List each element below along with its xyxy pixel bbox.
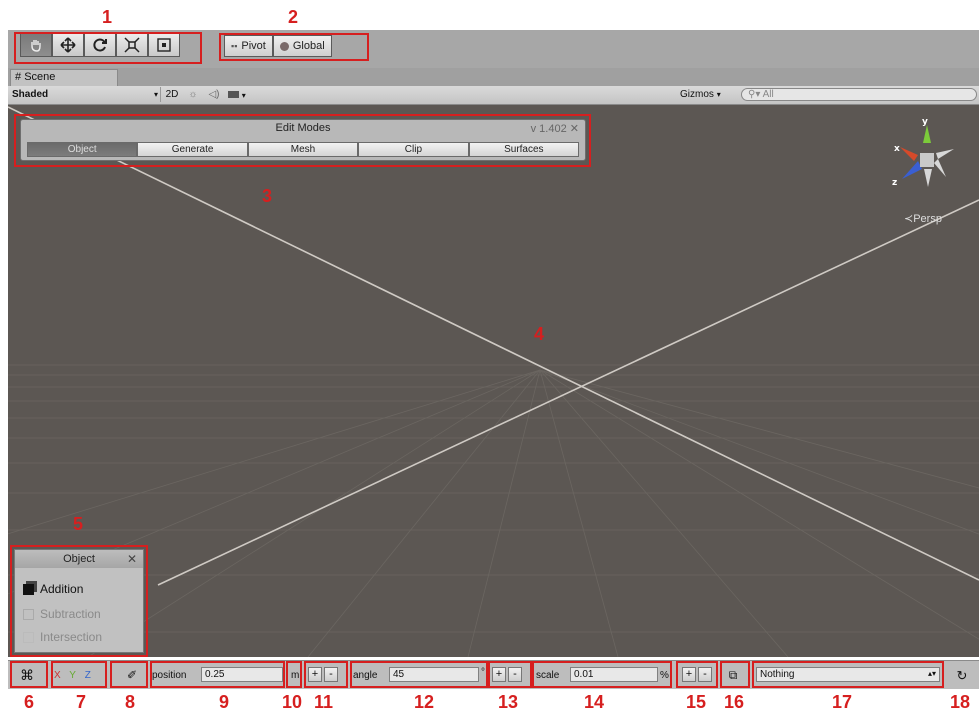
scene-toolbar: Shaded ▾ 2D ☼ ◁) ▾ Gizmos ▾ ⚲▾ All — [8, 86, 979, 105]
annotation-number-12: 12 — [414, 692, 435, 712]
annotation-box-11 — [304, 661, 348, 688]
annotation-box-3 — [14, 114, 591, 167]
dropdown-arrow-icon: ▾ — [153, 90, 158, 99]
shading-label: Shaded — [12, 89, 49, 100]
annotation-box-10 — [286, 661, 302, 688]
persp-label: Persp — [913, 213, 942, 225]
scene-viewport[interactable]: y x z ≺Persp — [8, 105, 979, 657]
annotation-number-10: 10 — [282, 692, 303, 712]
annotation-box-12 — [350, 661, 488, 688]
dropdown-arrow-icon: ▾ — [241, 91, 246, 100]
gizmos-dropdown[interactable]: Gizmos ▾ — [680, 87, 736, 102]
annotation-box-13 — [488, 661, 532, 688]
grid-icon: # — [15, 71, 22, 83]
annotation-box-17 — [752, 661, 944, 688]
annotation-box-8 — [110, 661, 148, 688]
axis-y-label: y — [922, 117, 928, 127]
image-icon — [228, 91, 239, 98]
lighting-toggle-icon[interactable]: ☼ — [184, 87, 202, 102]
annotation-number-4: 4 — [534, 324, 545, 344]
annotation-box-7 — [51, 661, 107, 688]
annotation-box-16 — [720, 661, 750, 688]
tab-bar: # Scene — [8, 68, 979, 86]
effects-dropdown[interactable]: ▾ — [228, 87, 256, 102]
annotation-box-1 — [14, 32, 202, 64]
annotation-box-9 — [150, 661, 285, 688]
annotation-number-6: 6 — [24, 692, 35, 712]
axis-z-label: z — [892, 178, 897, 188]
refresh-icon[interactable]: ↻ — [952, 667, 972, 684]
annotation-number-16: 16 — [724, 692, 745, 712]
audio-toggle-icon[interactable]: ◁) — [204, 87, 224, 102]
annotation-number-14: 14 — [584, 692, 605, 712]
annotation-number-3: 3 — [262, 186, 273, 206]
grid-floor — [8, 106, 979, 657]
annotation-number-11: 11 — [314, 692, 334, 712]
annotation-number-7: 7 — [76, 692, 87, 712]
tab-scene[interactable]: # Scene — [10, 69, 118, 86]
axis-x-label: x — [894, 144, 900, 154]
search-icon: ⚲▾ — [748, 89, 761, 100]
annotation-number-8: 8 — [125, 692, 136, 712]
annotation-number-2: 2 — [288, 7, 299, 27]
scene-tab-label: Scene — [24, 71, 56, 83]
annotation-number-18: 18 — [950, 692, 971, 712]
annotation-number-9: 9 — [219, 692, 230, 712]
shading-dropdown[interactable]: Shaded ▾ — [12, 87, 160, 102]
dropdown-arrow-icon: ▾ — [716, 90, 721, 99]
annotation-box-15 — [676, 661, 718, 688]
annotation-box-5 — [10, 545, 148, 657]
annotation-number-1: 1 — [102, 7, 113, 27]
2d-label: 2D — [165, 89, 179, 100]
annotation-number-17: 17 — [832, 692, 853, 712]
search-placeholder: All — [762, 89, 774, 100]
gizmos-label: Gizmos — [680, 89, 714, 100]
orientation-gizmo[interactable]: y x z — [892, 117, 962, 207]
annotation-number-15: 15 — [686, 692, 707, 712]
2d-toggle[interactable]: 2D — [160, 87, 183, 102]
annotation-box-14 — [532, 661, 672, 688]
annotation-number-5: 5 — [73, 514, 84, 534]
annotation-number-13: 13 — [498, 692, 519, 712]
annotation-box-6 — [10, 661, 48, 688]
annotation-box-2 — [219, 33, 369, 61]
search-input[interactable]: ⚲▾ All — [741, 88, 977, 101]
perspective-toggle[interactable]: ≺Persp — [904, 212, 942, 225]
persp-icon: ≺ — [904, 213, 914, 225]
